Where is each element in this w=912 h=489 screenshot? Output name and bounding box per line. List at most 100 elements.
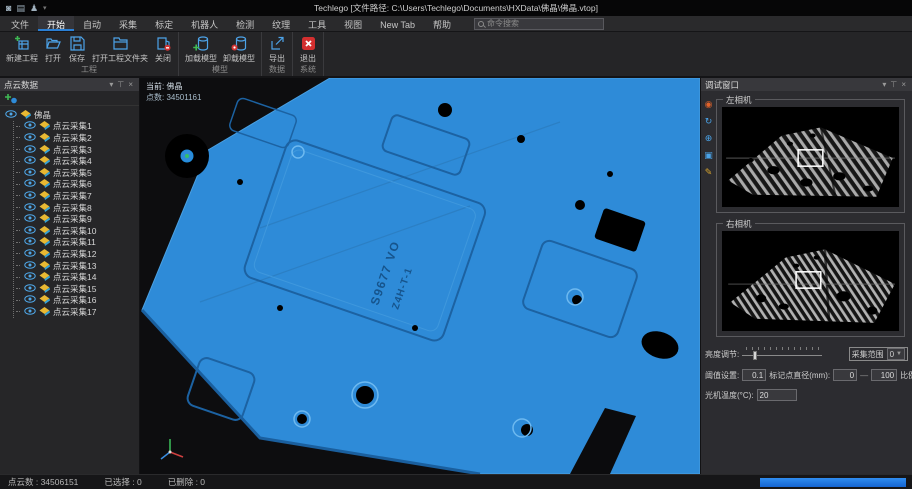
open-folder-icon xyxy=(112,35,129,52)
menu-item-0[interactable]: 文件 xyxy=(2,16,38,31)
menu-item-10[interactable]: New Tab xyxy=(371,16,424,31)
tree-item-2[interactable]: 点云采集2 xyxy=(16,132,139,144)
point-cloud-icon xyxy=(39,178,50,190)
scanned-model[interactable]: S9677 VO Z4H-T-1 xyxy=(140,78,700,474)
ribbon-button-label: 卸载模型 xyxy=(223,53,255,64)
visibility-eye-icon[interactable] xyxy=(24,261,36,271)
tree-item-8[interactable]: 点云采集8 xyxy=(16,202,139,214)
ribbon-button-open-folder[interactable]: 打开工程文件夹 xyxy=(89,33,151,64)
tree-item-12[interactable]: 点云采集12 xyxy=(16,248,139,260)
menu-item-2[interactable]: 自动 xyxy=(74,16,110,31)
app-logo-icon[interactable]: ◙ xyxy=(6,0,11,16)
viewport-3d[interactable]: 当前: 佛晶 点数: 34501161 xyxy=(140,78,700,474)
menu-item-6[interactable]: 检测 xyxy=(227,16,263,31)
marker-min-input[interactable] xyxy=(833,369,857,381)
ribbon-button-load-model[interactable]: 加载模型 xyxy=(182,33,220,64)
visibility-eye-icon[interactable] xyxy=(24,226,36,236)
panel-menu-icon[interactable]: ▾ xyxy=(880,78,888,91)
visibility-eye-icon[interactable] xyxy=(24,133,36,143)
ribbon-button-unload-model[interactable]: 卸载模型 xyxy=(220,33,258,64)
scale-label: 比例: xyxy=(900,370,912,381)
command-search-box[interactable] xyxy=(474,18,604,30)
visibility-eye-icon[interactable] xyxy=(5,110,17,120)
pin-icon[interactable]: ⊤ xyxy=(888,78,899,91)
right-camera-view[interactable] xyxy=(722,231,899,331)
tree-item-10[interactable]: 点云采集10 xyxy=(16,225,139,237)
ribbon-button-save[interactable]: 保存 xyxy=(65,33,89,64)
panel-menu-icon[interactable]: ▾ xyxy=(107,78,115,91)
point-cloud-tree: 佛晶点云采集1点云采集2点云采集3点云采集4点云采集5点云采集6点云采集7点云采… xyxy=(0,106,139,474)
visibility-eye-icon[interactable] xyxy=(24,191,36,201)
visibility-eye-icon[interactable] xyxy=(24,168,36,178)
tree-root-item[interactable]: 佛晶 xyxy=(5,109,139,121)
right-camera-label: 右相机 xyxy=(723,218,755,230)
visibility-eye-icon[interactable] xyxy=(24,121,36,131)
menu-item-7[interactable]: 纹理 xyxy=(263,16,299,31)
tree-item-5[interactable]: 点云采集5 xyxy=(16,167,139,179)
projector-temp-input[interactable] xyxy=(757,389,797,401)
tree-item-4[interactable]: 点云采集4 xyxy=(16,155,139,167)
search-input[interactable] xyxy=(487,19,600,28)
tree-item-3[interactable]: 点云采集3 xyxy=(16,144,139,156)
visibility-eye-icon[interactable] xyxy=(24,284,36,294)
ribbon-group-name: 工程 xyxy=(3,64,175,77)
visibility-eye-icon[interactable] xyxy=(24,203,36,213)
tree-item-14[interactable]: 点云采集14 xyxy=(16,271,139,283)
visibility-eye-icon[interactable] xyxy=(24,249,36,259)
menu-item-8[interactable]: 工具 xyxy=(299,16,335,31)
point-cloud-icon xyxy=(39,248,50,260)
camera-view-icon[interactable]: ▣ xyxy=(704,150,713,160)
threshold-input[interactable] xyxy=(742,369,766,381)
menu-item-11[interactable]: 帮助 xyxy=(424,16,460,31)
capture-range-select[interactable]: 0 ▼ xyxy=(887,348,905,360)
user-icon[interactable]: ♟ xyxy=(30,0,38,16)
add-point-cloud-icon[interactable] xyxy=(5,93,18,104)
visibility-eye-icon[interactable] xyxy=(24,145,36,155)
visibility-eye-icon[interactable] xyxy=(24,295,36,305)
visibility-eye-icon[interactable] xyxy=(24,214,36,224)
right-camera-group: 右相机 xyxy=(716,223,905,337)
rotate-view-icon[interactable]: ↻ xyxy=(705,116,713,126)
point-cloud-panel-title: 点云数据 xyxy=(4,79,38,91)
menu-item-9[interactable]: 视图 xyxy=(335,16,371,31)
visibility-eye-icon[interactable] xyxy=(24,237,36,247)
new-project-icon xyxy=(14,35,31,52)
tree-item-7[interactable]: 点云采集7 xyxy=(16,190,139,202)
menu-item-3[interactable]: 采集 xyxy=(110,16,146,31)
menu-item-1[interactable]: 开始 xyxy=(38,16,74,31)
power-icon[interactable]: ◉ xyxy=(705,99,713,109)
ribbon-button-new-project[interactable]: 新建工程 xyxy=(3,33,41,64)
tree-item-1[interactable]: 点云采集1 xyxy=(16,121,139,133)
left-camera-view[interactable] xyxy=(722,107,899,207)
ribbon-button-close-project[interactable]: 关闭 xyxy=(151,33,175,64)
slider-handle[interactable] xyxy=(753,351,757,360)
fit-view-icon[interactable]: ⊕ xyxy=(705,133,713,143)
tree-item-17[interactable]: 点云采集17 xyxy=(16,306,139,318)
quick-access-caret-icon[interactable]: ▾ xyxy=(43,4,47,12)
tree-item-16[interactable]: 点云采集16 xyxy=(16,295,139,307)
close-icon[interactable]: × xyxy=(126,78,135,91)
close-project-icon xyxy=(155,35,172,52)
tree-item-13[interactable]: 点云采集13 xyxy=(16,260,139,272)
close-icon[interactable]: × xyxy=(899,78,908,91)
brightness-slider[interactable] xyxy=(742,347,822,361)
visibility-eye-icon[interactable] xyxy=(24,156,36,166)
tree-item-9[interactable]: 点云采集9 xyxy=(16,213,139,225)
tree-item-11[interactable]: 点云采集11 xyxy=(16,237,139,249)
menu-item-5[interactable]: 机器人 xyxy=(182,16,227,31)
visibility-eye-icon[interactable] xyxy=(24,307,36,317)
marker-max-input[interactable] xyxy=(871,369,897,381)
tree-item-6[interactable]: 点云采集6 xyxy=(16,179,139,191)
save-icon xyxy=(69,35,86,52)
visibility-eye-icon[interactable] xyxy=(24,179,36,189)
ribbon-button-export[interactable]: 导出 xyxy=(265,33,289,64)
tree-item-15[interactable]: 点云采集15 xyxy=(16,283,139,295)
point-cloud-panel-header: 点云数据 ▾ ⊤ × xyxy=(0,78,139,91)
pin-icon[interactable]: ⊤ xyxy=(115,78,126,91)
measure-icon[interactable]: ✎ xyxy=(705,167,713,177)
menu-item-4[interactable]: 标定 xyxy=(146,16,182,31)
visibility-eye-icon[interactable] xyxy=(24,272,36,282)
view-icon[interactable]: ▤ xyxy=(16,0,25,16)
ribbon-button-open[interactable]: 打开 xyxy=(41,33,65,64)
ribbon-button-exit[interactable]: 退出 xyxy=(296,33,320,64)
